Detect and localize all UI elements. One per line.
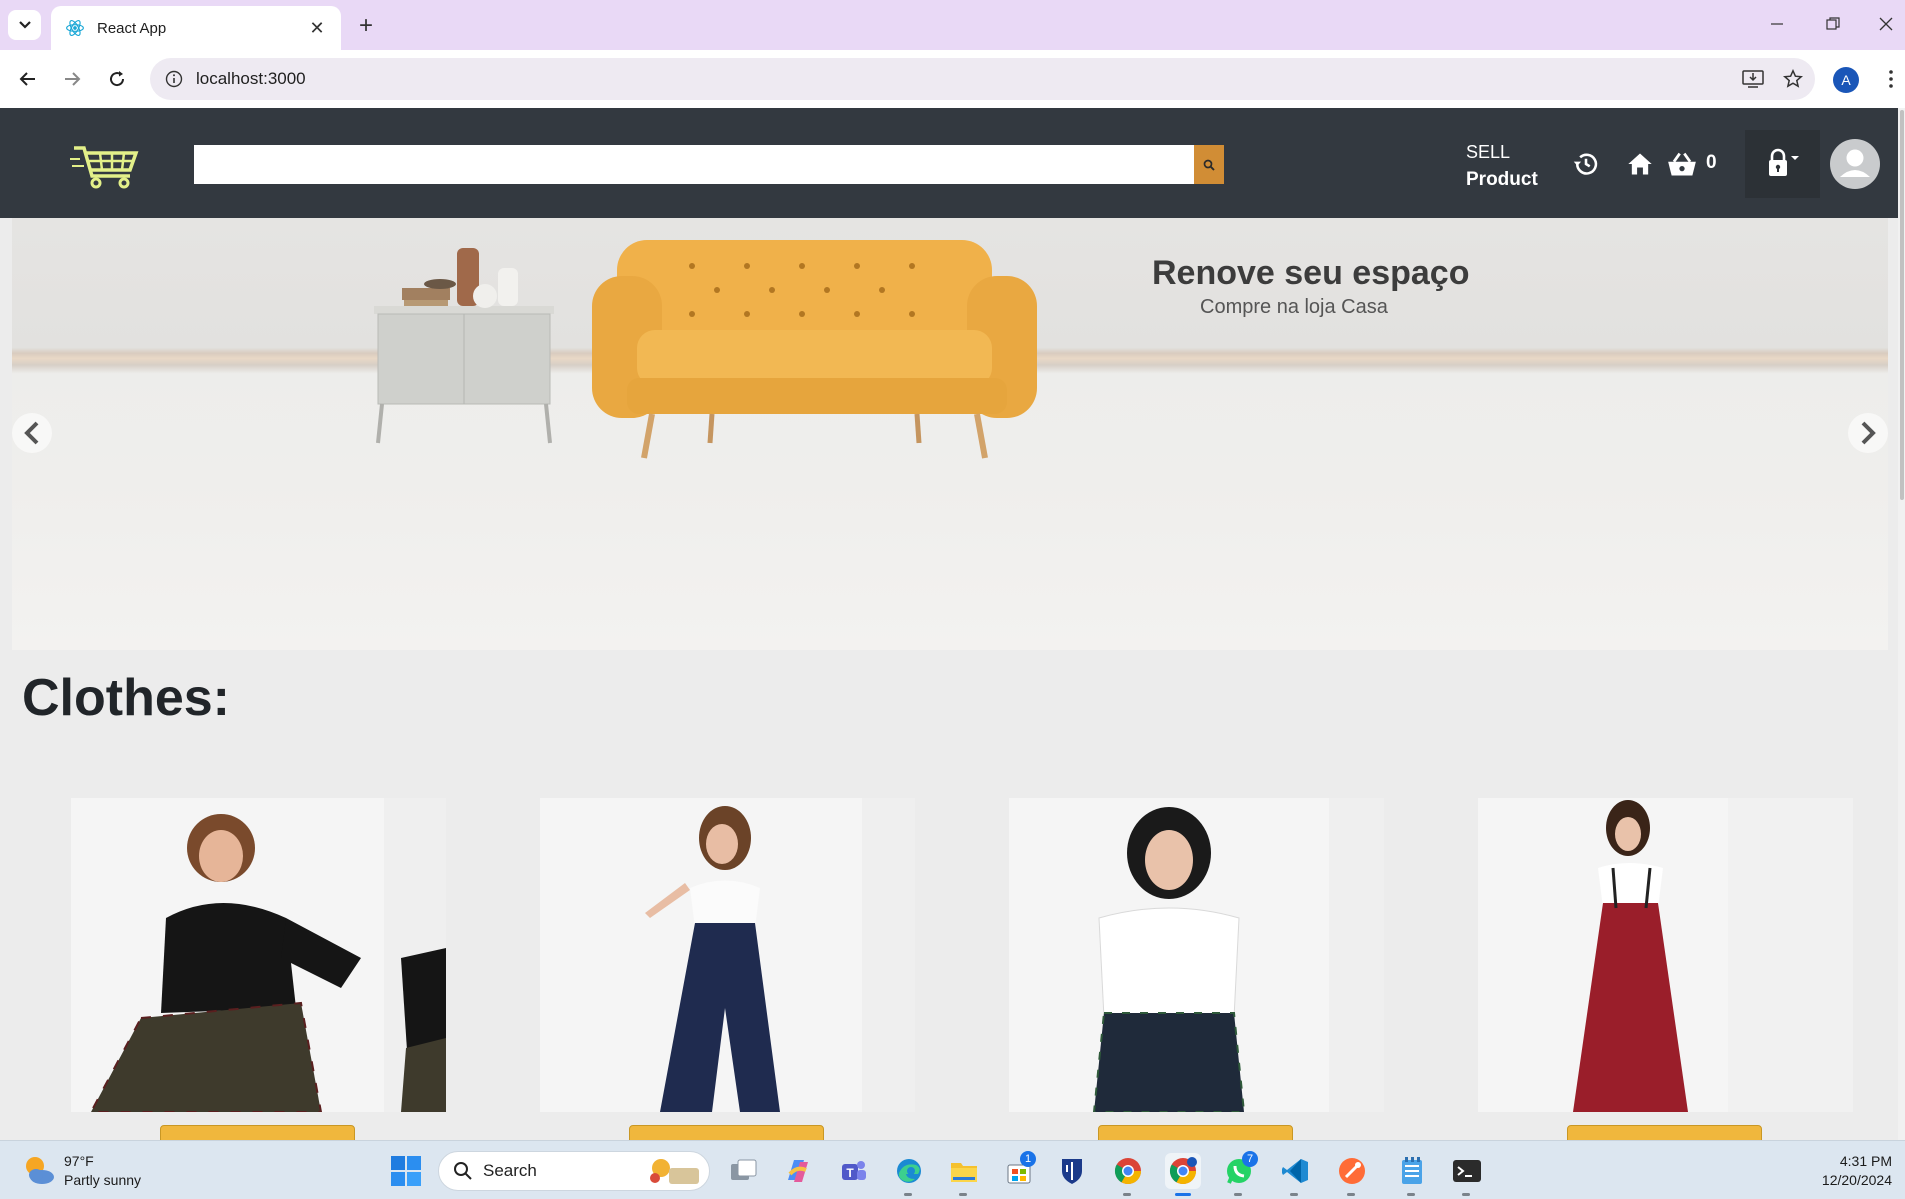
site-info-icon[interactable] xyxy=(164,69,184,89)
promo-banner-carousel: Renove seu espaço Compre na loja Casa xyxy=(12,218,1888,650)
reload-icon xyxy=(110,71,125,87)
postman-icon[interactable] xyxy=(1334,1153,1370,1189)
install-app-icon[interactable] xyxy=(1735,61,1771,97)
task-view-icon[interactable] xyxy=(726,1153,762,1189)
site-search-input[interactable] xyxy=(194,145,1194,184)
svg-text:T: T xyxy=(846,1166,854,1180)
weather-description[interactable]: Partly sunny xyxy=(64,1172,141,1188)
close-icon xyxy=(1879,17,1893,31)
cart-basket-icon[interactable] xyxy=(1666,148,1698,180)
back-button[interactable] xyxy=(12,63,44,95)
running-indicator xyxy=(1462,1193,1470,1196)
url-text[interactable]: localhost:3000 xyxy=(196,69,1735,89)
terminal-icon[interactable] xyxy=(1449,1153,1485,1189)
reload-button[interactable] xyxy=(101,63,133,95)
bitwarden-icon[interactable] xyxy=(1054,1153,1090,1189)
bookmark-star-icon[interactable] xyxy=(1775,61,1811,97)
site-header: SELL Product 0 xyxy=(0,108,1898,218)
minimize-icon xyxy=(1771,23,1783,25)
forward-button[interactable] xyxy=(56,63,88,95)
windows-start-icon[interactable] xyxy=(390,1155,422,1187)
product-card[interactable] xyxy=(1009,798,1384,1112)
arrow-left-icon xyxy=(19,72,35,86)
home-icon[interactable] xyxy=(1624,148,1656,180)
running-indicator xyxy=(959,1193,967,1196)
page-scrollbar-thumb[interactable] xyxy=(1900,110,1904,500)
restore-icon xyxy=(1826,17,1840,30)
weather-temperature[interactable]: 97°F xyxy=(64,1153,94,1169)
history-icon[interactable] xyxy=(1570,148,1602,180)
cart-count: 0 xyxy=(1706,152,1717,173)
minimize-button[interactable] xyxy=(1759,8,1795,40)
product-image xyxy=(1009,798,1384,1112)
living-room-banner-image xyxy=(374,240,1037,459)
product-image xyxy=(71,798,446,1112)
profile-avatar[interactable]: A xyxy=(1833,67,1859,93)
cart-logo-icon[interactable] xyxy=(70,144,140,190)
chevron-right-icon xyxy=(1861,421,1876,445)
product-image xyxy=(1478,798,1853,1112)
product-image xyxy=(540,798,915,1112)
new-tab-button[interactable]: + xyxy=(352,12,380,40)
product-card[interactable] xyxy=(1478,798,1853,1112)
address-bar[interactable]: localhost:3000 xyxy=(150,58,1815,100)
edge-icon[interactable] xyxy=(891,1153,927,1189)
site-search-button[interactable] xyxy=(1194,145,1224,184)
browser-toolbar: localhost:3000 A xyxy=(0,50,1905,108)
product-card[interactable] xyxy=(540,798,915,1112)
banner-subtitle: Compre na loja Casa xyxy=(1200,296,1388,318)
product-label: Product xyxy=(1466,169,1538,190)
close-window-button[interactable] xyxy=(1868,8,1904,40)
search-icon xyxy=(454,1162,472,1180)
whatsapp-notification-badge: 7 xyxy=(1242,1151,1258,1167)
active-indicator xyxy=(1175,1193,1191,1196)
account-menu-button[interactable] xyxy=(1745,130,1820,198)
sell-label: SELL xyxy=(1466,142,1511,162)
more-menu-icon[interactable] xyxy=(1880,63,1902,95)
taskbar-search[interactable]: Search xyxy=(438,1151,710,1191)
browser-tab[interactable]: React App ✕ xyxy=(51,6,341,50)
taskbar-search-label: Search xyxy=(483,1161,537,1180)
running-indicator xyxy=(1234,1193,1242,1196)
react-icon xyxy=(66,20,84,36)
carousel-next-button[interactable] xyxy=(1848,413,1888,453)
chrome-icon[interactable] xyxy=(1110,1153,1146,1189)
site-search xyxy=(194,145,1224,184)
search-icon xyxy=(1203,159,1215,171)
browser-tab-strip: React App ✕ + xyxy=(0,0,1905,50)
vscode-icon[interactable] xyxy=(1277,1153,1313,1189)
clock-time[interactable]: 4:31 PM xyxy=(1836,1153,1892,1169)
close-tab-icon[interactable]: ✕ xyxy=(307,18,327,38)
carousel-prev-button[interactable] xyxy=(12,413,52,453)
chevron-left-icon xyxy=(24,421,39,445)
weather-partly-sunny-icon[interactable] xyxy=(22,1153,56,1187)
restore-button[interactable] xyxy=(1815,8,1851,40)
tab-search-button[interactable] xyxy=(8,10,41,40)
notepad-icon[interactable] xyxy=(1394,1153,1430,1189)
tab-title: React App xyxy=(97,19,167,37)
sell-product-link[interactable]: SELL Product xyxy=(1466,138,1538,194)
search-highlight-icon xyxy=(650,1159,699,1184)
copilot-icon[interactable] xyxy=(779,1153,815,1189)
running-indicator xyxy=(1347,1193,1355,1196)
banner-title: Renove seu espaço xyxy=(1152,254,1470,292)
running-indicator xyxy=(1407,1193,1415,1196)
running-indicator xyxy=(904,1193,912,1196)
running-indicator xyxy=(1290,1193,1298,1196)
chrome-profile-icon[interactable] xyxy=(1165,1153,1201,1189)
teams-icon[interactable]: T xyxy=(835,1153,871,1189)
arrow-right-icon xyxy=(65,72,81,86)
lock-icon xyxy=(1768,148,1799,176)
running-indicator xyxy=(1123,1193,1131,1196)
windows-taskbar: 97°F Partly sunny Search T 1 7 4:31 PM 1… xyxy=(0,1140,1905,1199)
section-title: Clothes: xyxy=(22,669,230,727)
chevron-down-icon xyxy=(18,21,31,29)
file-explorer-icon[interactable] xyxy=(946,1153,982,1189)
store-notification-badge: 1 xyxy=(1020,1151,1036,1167)
product-card[interactable] xyxy=(71,798,446,1112)
user-avatar-icon[interactable] xyxy=(1830,139,1880,189)
clock-date[interactable]: 12/20/2024 xyxy=(1812,1172,1892,1188)
